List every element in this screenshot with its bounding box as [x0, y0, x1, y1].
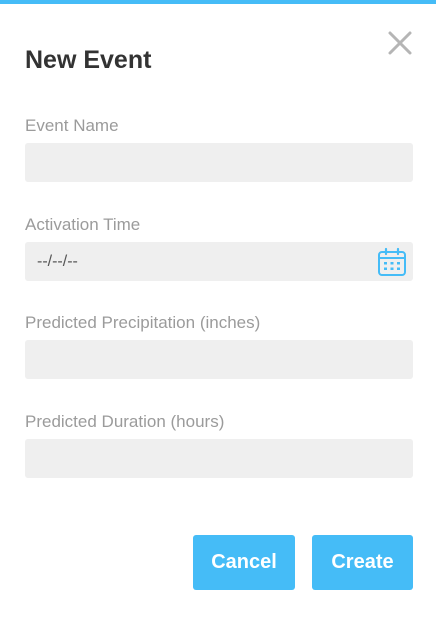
- precipitation-input[interactable]: [25, 340, 413, 379]
- activation-time-value: --/--/--: [37, 253, 78, 270]
- create-button[interactable]: Create: [312, 535, 413, 590]
- close-icon: [388, 31, 412, 55]
- calendar-icon[interactable]: [376, 246, 408, 278]
- close-button[interactable]: [387, 30, 413, 56]
- activation-time-input[interactable]: --/--/--: [25, 242, 413, 281]
- event-name-input[interactable]: [25, 143, 413, 182]
- duration-input[interactable]: [25, 439, 413, 478]
- cancel-button[interactable]: Cancel: [193, 535, 295, 590]
- precipitation-label: Predicted Precipitation (inches): [25, 313, 261, 332]
- accent-bar: [0, 0, 436, 4]
- new-event-dialog: New Event Event Name Activation Time --/…: [0, 0, 436, 626]
- duration-label: Predicted Duration (hours): [25, 412, 225, 431]
- event-name-label: Event Name: [25, 116, 119, 135]
- dialog-title: New Event: [25, 46, 152, 74]
- activation-time-label: Activation Time: [25, 215, 141, 234]
